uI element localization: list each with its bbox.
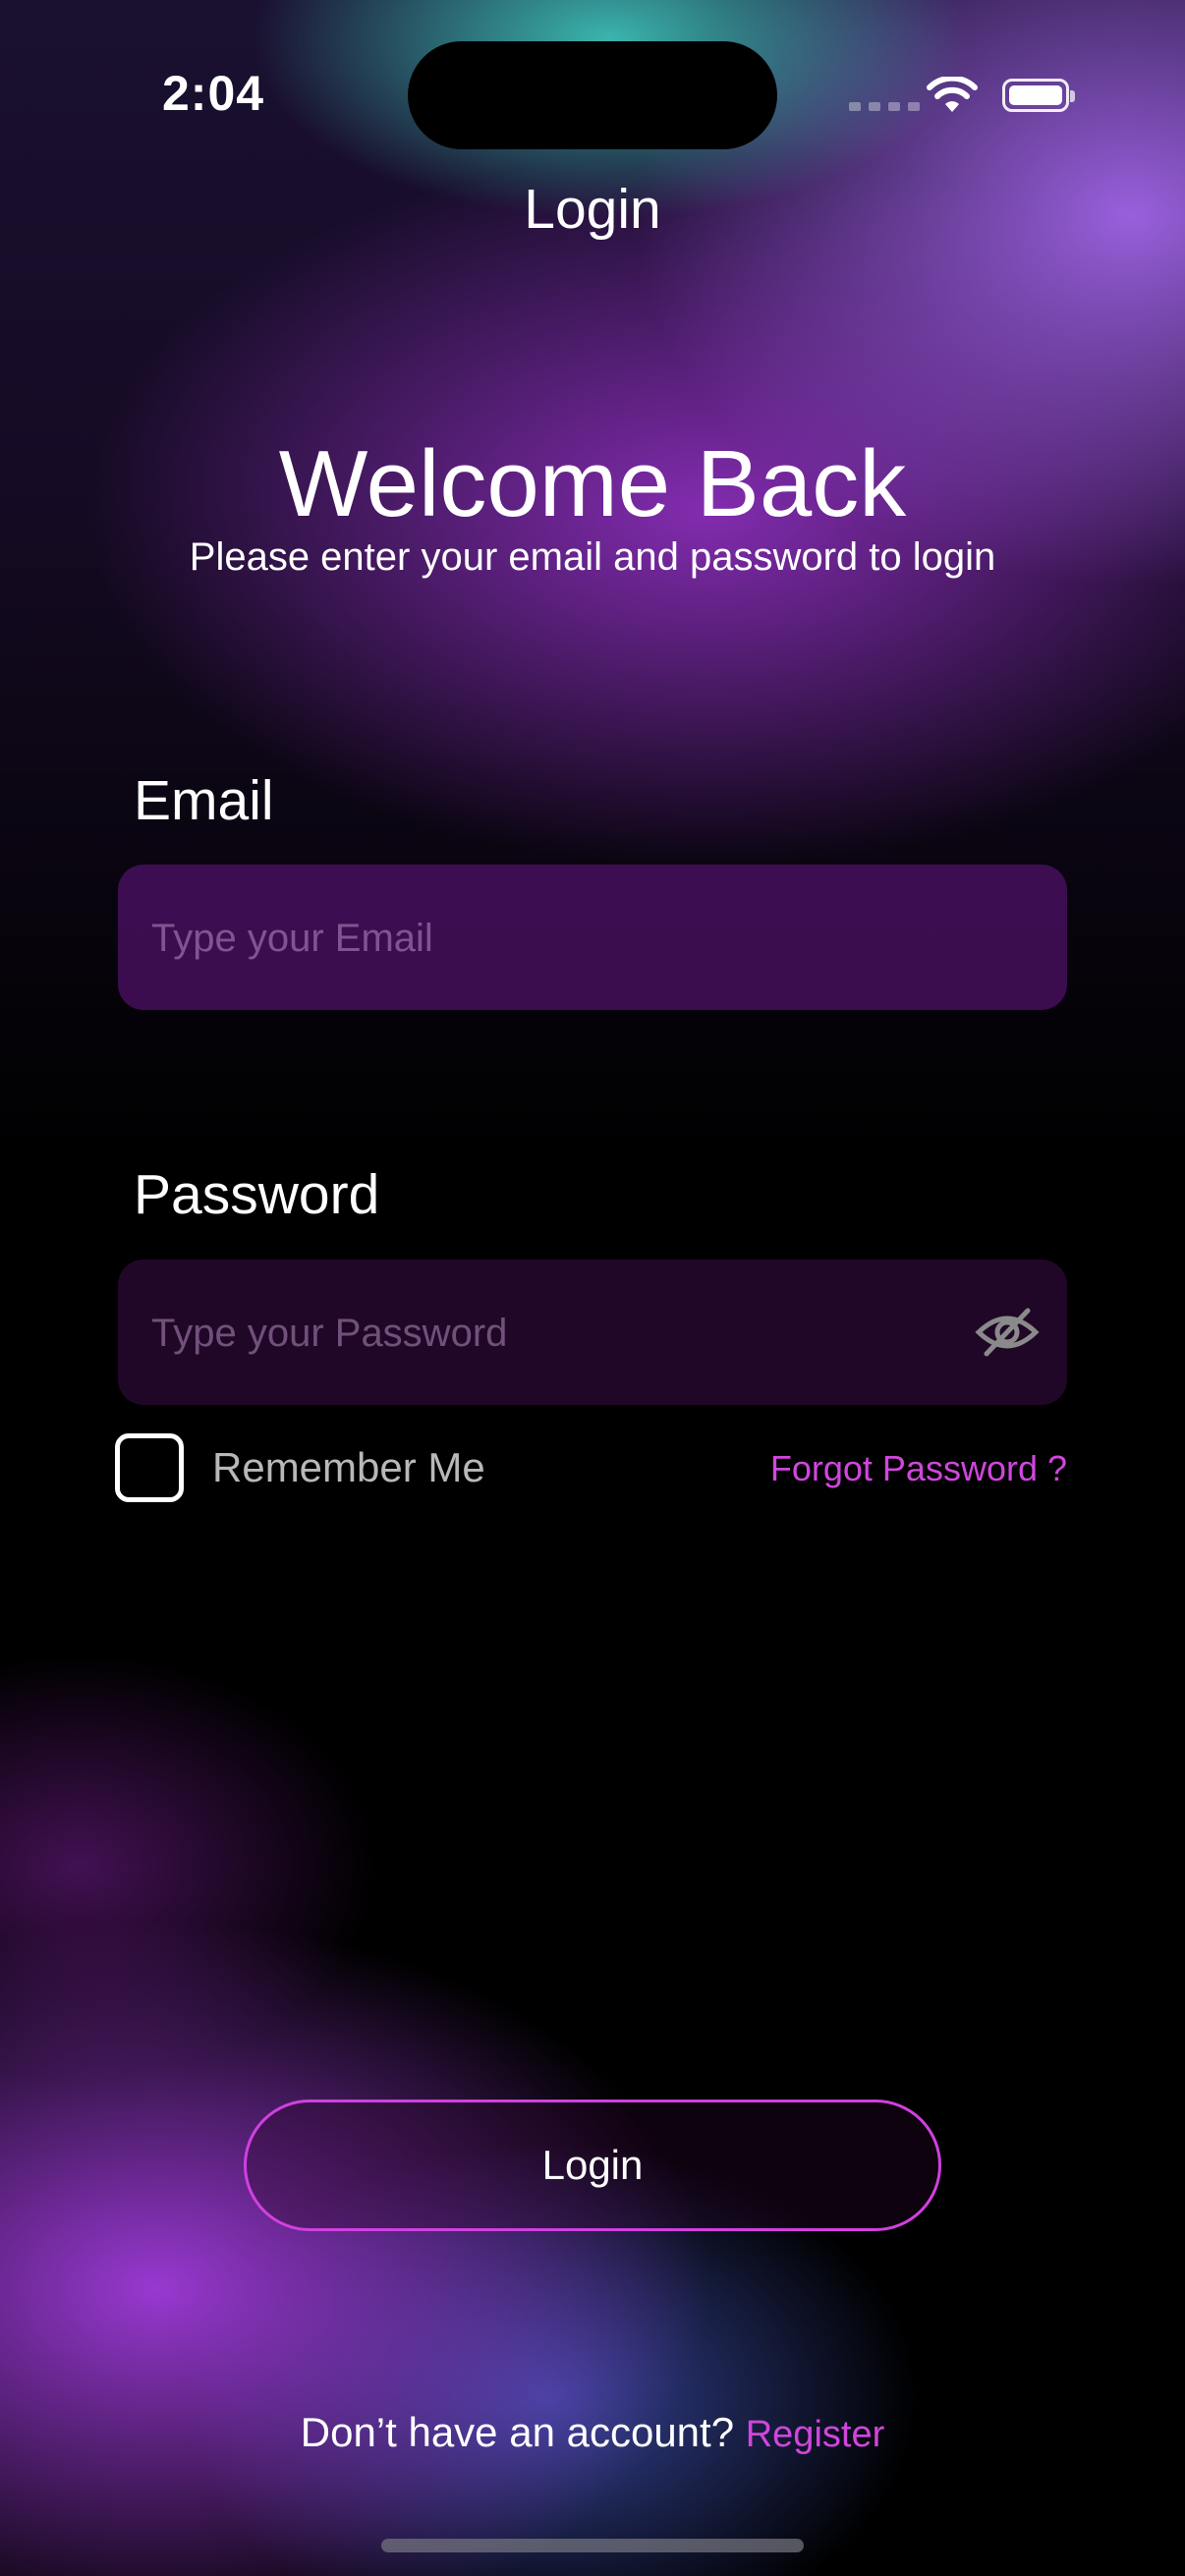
page-subtitle: Please enter your email and password to …	[189, 535, 996, 579]
page-title: Welcome Back	[278, 431, 907, 536]
home-indicator[interactable]	[381, 2539, 804, 2552]
email-label: Email	[134, 769, 274, 832]
remember-me-label[interactable]: Remember Me	[212, 1444, 485, 1491]
wifi-icon	[927, 77, 978, 112]
nav-title: Login	[524, 178, 661, 241]
register-link[interactable]: Register	[746, 2414, 885, 2455]
status-time: 2:04	[162, 66, 265, 121]
password-label: Password	[134, 1163, 380, 1226]
forgot-password-link[interactable]: Forgot Password ?	[770, 1448, 1067, 1489]
email-field-container[interactable]	[118, 865, 1071, 1012]
remember-me-checkbox[interactable]	[115, 1433, 184, 1502]
password-input[interactable]	[149, 1260, 963, 1407]
login-button[interactable]: Login	[244, 2100, 941, 2231]
password-field-container[interactable]	[118, 1260, 1067, 1407]
email-input[interactable]	[149, 865, 1071, 1012]
signup-prompt: Don’t have an account? Register	[0, 2409, 1185, 2456]
signup-prompt-text: Don’t have an account?	[300, 2409, 735, 2455]
cellular-signal-icon	[849, 102, 920, 111]
dynamic-island	[408, 41, 777, 149]
battery-icon	[1002, 79, 1075, 112]
eye-slash-icon[interactable]	[975, 1303, 1040, 1362]
